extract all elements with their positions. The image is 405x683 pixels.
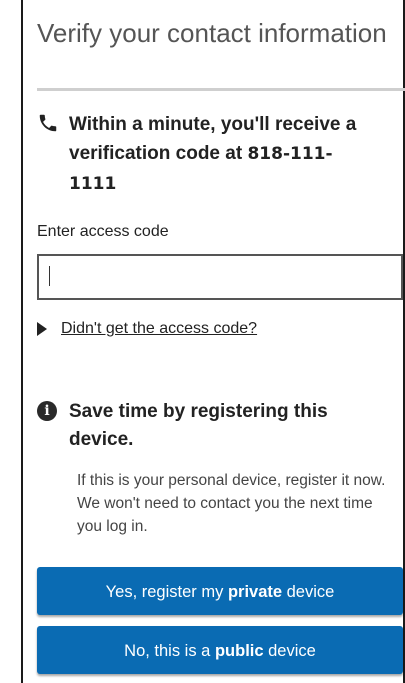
private-btn-bold: private xyxy=(227,583,283,601)
public-btn-pre: No, this is a xyxy=(124,642,215,660)
register-title: Save time by registering this device. xyxy=(69,401,328,450)
access-code-input[interactable] xyxy=(37,254,403,300)
text-cursor xyxy=(49,266,50,286)
private-btn-post: device xyxy=(282,583,335,601)
page-title: Verify your contact information xyxy=(37,18,387,48)
caret-right-icon xyxy=(37,322,47,336)
didnt-get-code-toggle[interactable]: Didn't get the access code? xyxy=(37,320,257,338)
info-icon: i xyxy=(37,401,57,421)
code-sent-notice: Within a minute, you'll receive a verifi… xyxy=(69,110,379,199)
public-btn-bold: public xyxy=(214,642,264,660)
public-btn-post: device xyxy=(263,642,316,660)
register-description: If this is your personal device, registe… xyxy=(77,472,386,535)
register-private-device-button[interactable]: Yes, register my private device xyxy=(37,567,403,615)
phone-icon xyxy=(39,114,57,132)
access-code-label: Enter access code xyxy=(37,223,169,240)
title-divider xyxy=(37,88,405,91)
private-btn-pre: Yes, register my xyxy=(105,583,228,601)
public-device-button[interactable]: No, this is a public device xyxy=(37,626,403,674)
didnt-get-code-link[interactable]: Didn't get the access code? xyxy=(61,320,257,338)
